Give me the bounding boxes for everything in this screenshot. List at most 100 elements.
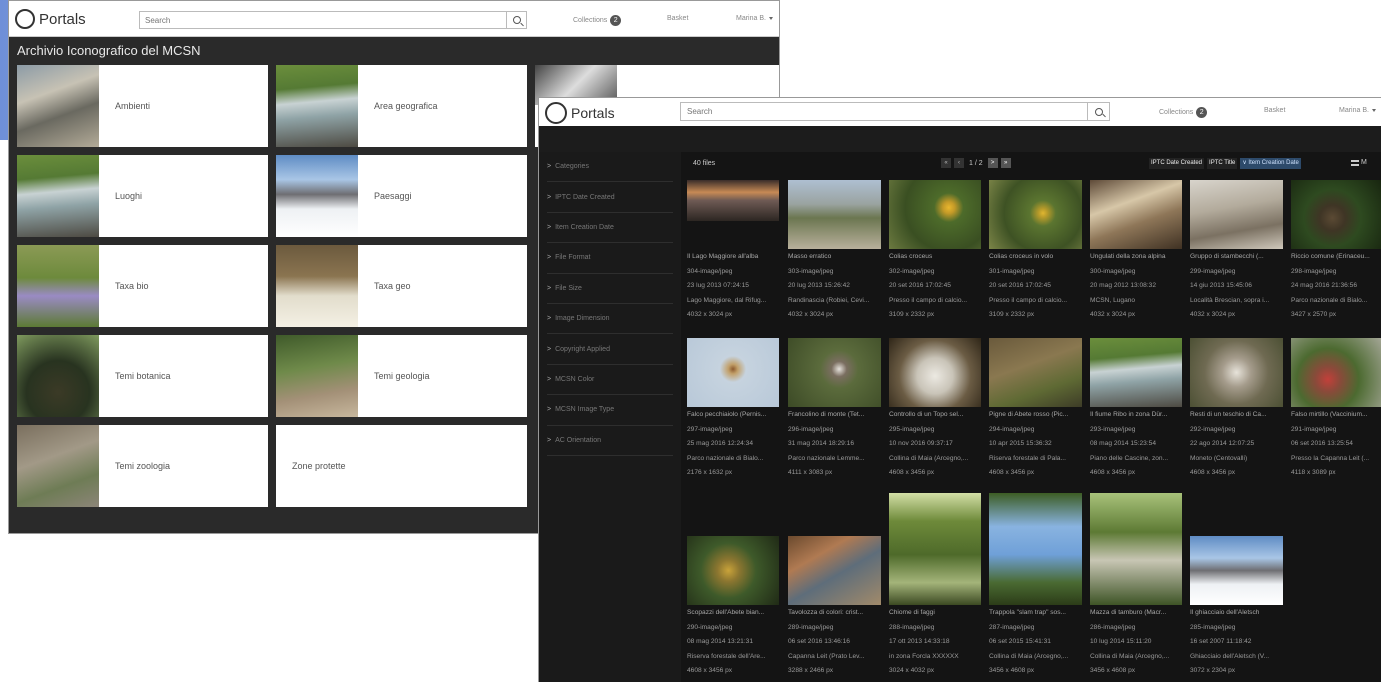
filter-image-dimension[interactable]: > Image Dimension <box>547 304 673 335</box>
portals-logo[interactable]: Portals <box>15 9 86 29</box>
file-thumbnail[interactable] <box>1190 180 1283 249</box>
file-title[interactable]: Falso mirtillo (Vaccinium... <box>1291 408 1381 423</box>
file-thumbnail[interactable] <box>989 338 1082 407</box>
search-icon <box>512 16 521 24</box>
search-input[interactable] <box>681 103 1087 120</box>
collection-card-area-geografica[interactable]: Area geografica <box>276 65 527 147</box>
file-thumbnail[interactable] <box>889 493 981 605</box>
file-type: 304-image/jpeg <box>687 267 733 275</box>
card-label: Temi geologia <box>374 371 430 381</box>
file-title[interactable]: Ungulati della zona alpina <box>1090 250 1184 265</box>
collection-card-ambienti[interactable]: Ambienti <box>17 65 268 147</box>
filter-mcsn-color[interactable]: > MCSN Color <box>547 365 673 396</box>
file-title[interactable]: Colias croceus in volo <box>989 250 1083 265</box>
file-title[interactable]: Masso erratico <box>788 250 882 265</box>
file-thumbnail[interactable] <box>1291 338 1381 407</box>
file-thumbnail[interactable] <box>687 180 779 221</box>
filter-file-format[interactable]: > File Format <box>547 243 673 274</box>
sort-iptc-title[interactable]: IPTC Title <box>1207 158 1238 169</box>
file-title[interactable]: Il ghiacciaio dell'Aletsch <box>1190 606 1284 621</box>
nav-user-menu[interactable]: Marina B. <box>736 15 773 22</box>
file-title[interactable]: Francolino di monte (Tet... <box>788 408 882 423</box>
chevron-right-icon: > <box>547 436 552 444</box>
file-place: Parco nazionale di Bialo... <box>687 454 764 462</box>
portals-logo[interactable]: Portals <box>545 102 615 124</box>
file-meta: Scopazzi dell'Abete bian... 290-image/jpe… <box>687 606 781 679</box>
filter-mcsn-image-type[interactable]: > MCSN Image Type <box>547 395 673 426</box>
file-place: MCSN, Lugano <box>1090 296 1136 304</box>
file-thumbnail[interactable] <box>989 180 1082 249</box>
collection-card-taxa-bio[interactable]: Taxa bio <box>17 245 268 327</box>
first-page-button[interactable]: « <box>941 158 951 168</box>
file-place: Randinascia (Robiei, Cevi... <box>788 296 870 304</box>
search-button[interactable] <box>506 12 526 28</box>
file-size: 4608 x 3456 px <box>889 469 935 476</box>
nav-basket[interactable]: Basket <box>1264 107 1285 114</box>
file-thumbnail[interactable] <box>1190 338 1283 407</box>
file-title[interactable]: Gruppo di stambecchi (... <box>1190 250 1284 265</box>
file-title[interactable]: Tavolozza di colori: crist... <box>788 606 882 621</box>
file-thumbnail[interactable] <box>1090 493 1182 605</box>
file-thumbnail[interactable] <box>687 338 779 407</box>
file-type: 285-image/jpeg <box>1190 623 1236 631</box>
file-place: Riserva forestale di Pala... <box>989 454 1066 462</box>
collection-card-paesaggi[interactable]: Paesaggi <box>276 155 527 237</box>
file-title[interactable]: Chiome di faggi <box>889 606 983 621</box>
prev-page-button[interactable]: ‹ <box>954 158 964 168</box>
nav-collections[interactable]: Collections 2 <box>1159 107 1208 118</box>
file-title[interactable]: Trappola "slam trap" sos... <box>989 606 1083 621</box>
filter-label: MCSN Color <box>555 375 595 383</box>
collection-card-taxa-geo[interactable]: Taxa geo <box>276 245 527 327</box>
filter-copyright-applied[interactable]: > Copyright Applied <box>547 334 673 365</box>
file-title[interactable]: Riccio comune (Erinaceu... <box>1291 250 1381 265</box>
file-title[interactable]: Scopazzi dell'Abete bian... <box>687 606 781 621</box>
filter-iptc-date-created[interactable]: > IPTC Date Created <box>547 182 673 213</box>
page-title: Archivio Iconografico del MCSN <box>17 43 201 58</box>
nav-user-menu[interactable]: Marina B. <box>1339 107 1376 114</box>
file-thumbnail[interactable] <box>788 338 881 407</box>
filter-file-size[interactable]: > File Size <box>547 274 673 304</box>
nav-basket[interactable]: Basket <box>667 15 688 22</box>
file-title[interactable]: Resti di un teschio di Ca... <box>1190 408 1284 423</box>
chevron-right-icon: > <box>547 284 552 292</box>
filter-ac-orientation[interactable]: > AC Orientation <box>547 426 673 456</box>
search-input[interactable] <box>140 12 506 28</box>
collection-card-luoghi[interactable]: Luoghi <box>17 155 268 237</box>
collection-card-temi-botanica[interactable]: Temi botanica <box>17 335 268 417</box>
file-thumbnail[interactable] <box>1090 338 1182 407</box>
file-title[interactable]: Falco pecchiaiolo (Pernis... <box>687 408 781 423</box>
card-label: Taxa geo <box>374 281 411 291</box>
nav-collections[interactable]: Collections 2 <box>573 15 622 26</box>
filter-label: File Format <box>555 254 591 262</box>
file-thumbnail[interactable] <box>1190 536 1283 605</box>
file-thumbnail[interactable] <box>889 338 981 407</box>
file-thumbnail[interactable] <box>989 493 1082 605</box>
file-thumbnail[interactable] <box>889 180 981 249</box>
file-title[interactable]: Il Lago Maggiore all'alba <box>687 250 781 265</box>
file-thumbnail[interactable] <box>788 536 881 605</box>
filter-categories[interactable]: > Categories <box>547 152 673 183</box>
file-title[interactable]: Il fiume Ribo in zona Dür... <box>1090 408 1184 423</box>
file-title[interactable]: Mazza di tamburo (Macr... <box>1090 606 1184 621</box>
last-page-button[interactable]: » <box>1000 158 1011 168</box>
next-page-button[interactable]: > <box>987 158 998 168</box>
filter-item-creation-date[interactable]: > Item Creation Date <box>547 213 673 244</box>
file-thumbnail[interactable] <box>687 536 779 605</box>
collection-card-zone-protette[interactable]: Zone protette <box>276 425 527 507</box>
search-icon <box>1094 107 1103 116</box>
file-title[interactable]: Controllo di un Topo sel... <box>889 408 983 423</box>
file-date: 24 mag 2016 21:36:56 <box>1291 282 1357 289</box>
search-button[interactable] <box>1087 103 1109 120</box>
file-meta: Colias croceus in volo 301-image/jpeg 20 s… <box>989 250 1083 323</box>
file-title[interactable]: Pigne di Abete rosso (Pic... <box>989 408 1083 423</box>
sort-iptc-date-created[interactable]: IPTC Date Created <box>1149 158 1205 169</box>
file-thumbnail[interactable] <box>1291 180 1381 249</box>
file-thumbnail[interactable] <box>788 180 881 249</box>
collection-card-temi-geologia[interactable]: Temi geologia <box>276 335 527 417</box>
collection-card-temi-zoologia[interactable]: Temi zoologia <box>17 425 268 507</box>
file-date: 08 mag 2014 15:23:54 <box>1090 440 1156 447</box>
sort-item-creation-date[interactable]: ∨ Item Creation Date <box>1240 158 1301 169</box>
file-title[interactable]: Colias croceus <box>889 250 983 265</box>
file-thumbnail[interactable] <box>1090 180 1182 249</box>
view-size-toggle[interactable]: M <box>1351 159 1367 166</box>
